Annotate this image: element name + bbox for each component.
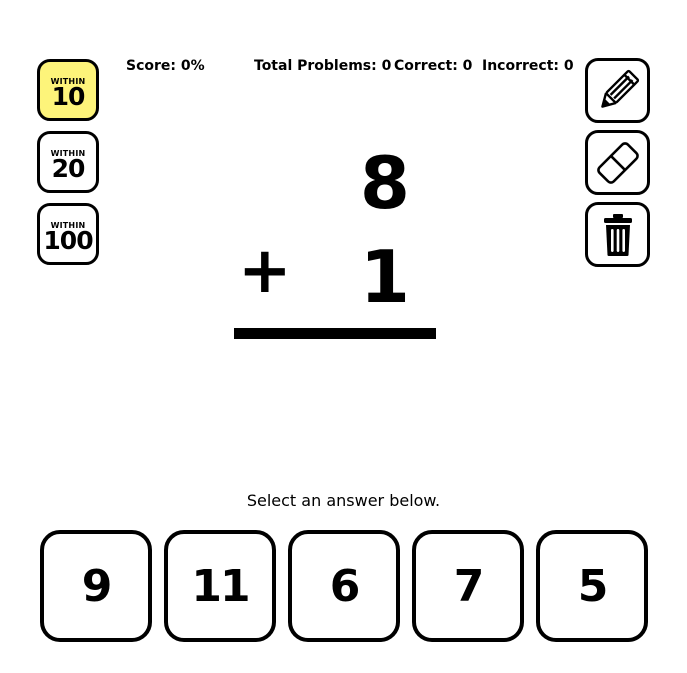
trash-icon <box>603 213 632 256</box>
eraser-button[interactable] <box>585 130 650 195</box>
answer-choice-button[interactable]: 9 <box>40 530 152 642</box>
problem-bottom-operand: 1 <box>359 235 410 319</box>
range-value: 100 <box>43 226 93 255</box>
eraser-icon <box>596 141 639 184</box>
problem-top-operand: 8 <box>359 141 410 225</box>
answer-choice-button[interactable]: 6 <box>288 530 400 642</box>
range-value: 20 <box>51 154 86 183</box>
pencil-icon <box>600 69 639 108</box>
correct-label: Correct: 0 <box>394 58 473 74</box>
problem-operator: + <box>238 234 292 308</box>
score-label: Score: 0% <box>126 58 205 74</box>
range-within-10-button[interactable]: WITHIN 10 <box>37 59 99 121</box>
range-within-100-button[interactable]: WITHIN 100 <box>37 203 99 265</box>
answer-choice-button[interactable]: 5 <box>536 530 648 642</box>
total-problems-label: Total Problems: 0 <box>254 58 392 74</box>
incorrect-label: Incorrect: 0 <box>482 58 574 74</box>
answer-line <box>234 328 436 339</box>
trash-button[interactable] <box>585 202 650 267</box>
range-value: 10 <box>51 82 86 111</box>
answer-choice-button[interactable]: 7 <box>412 530 524 642</box>
answer-choice-button[interactable]: 11 <box>164 530 276 642</box>
pencil-button[interactable] <box>585 58 650 123</box>
range-within-20-button[interactable]: WITHIN 20 <box>37 131 99 193</box>
instruction-text: Select an answer below. <box>246 491 441 510</box>
